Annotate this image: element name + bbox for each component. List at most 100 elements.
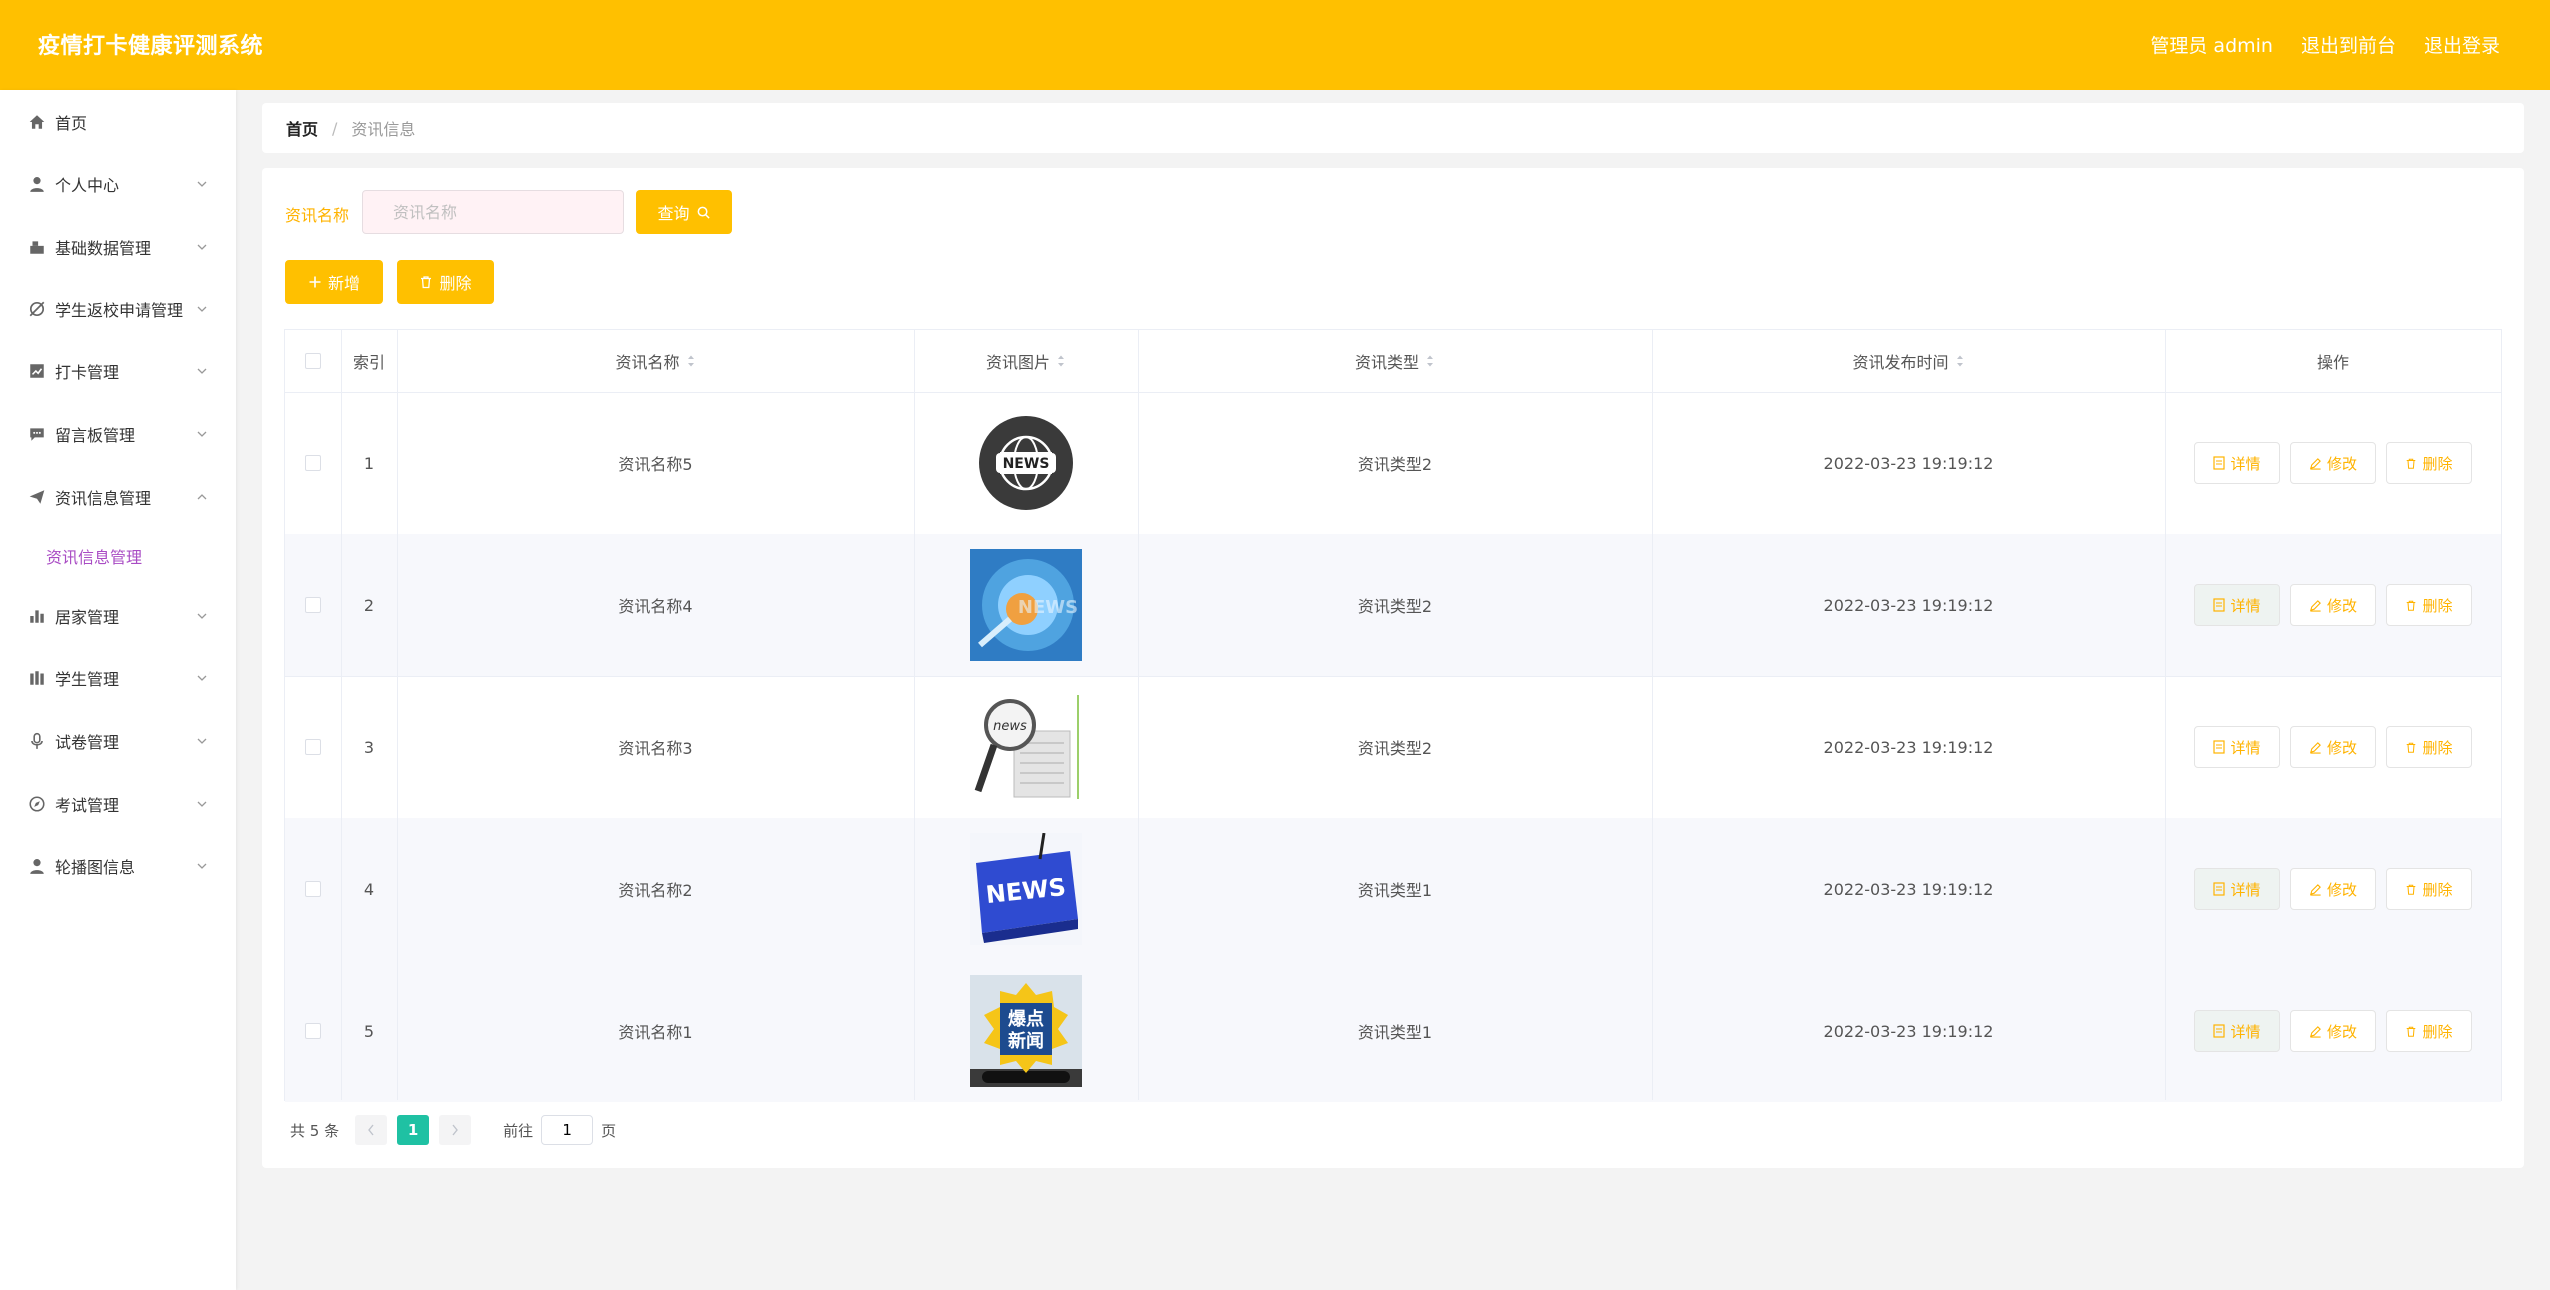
row-time: 2022-03-23 19:19:12 bbox=[1823, 1021, 1994, 1041]
row-type: 资讯类型1 bbox=[1357, 881, 1433, 900]
edit-button[interactable]: 修改 bbox=[2290, 584, 2376, 626]
sort-icon[interactable] bbox=[1955, 353, 1965, 369]
sort-icon[interactable] bbox=[1056, 353, 1066, 369]
page-number-button[interactable]: 1 bbox=[397, 1115, 430, 1145]
sidebar-item-return-application[interactable]: 学生返校申请管理 bbox=[0, 289, 236, 329]
sidebar-item-home[interactable]: 首页 bbox=[0, 102, 236, 142]
delete-button[interactable]: 删除 bbox=[2386, 1010, 2472, 1052]
page-suffix: 页 bbox=[601, 1121, 617, 1140]
header-actions: 操作 bbox=[2316, 353, 2349, 372]
sidebar-item-news-info[interactable]: 资讯信息管理 bbox=[0, 477, 236, 517]
row-checkbox[interactable] bbox=[305, 1023, 321, 1039]
detail-button-label: 详情 bbox=[2230, 738, 2261, 757]
chevron-down-icon bbox=[197, 244, 207, 250]
edit-button[interactable]: 修改 bbox=[2290, 1010, 2376, 1052]
sidebar-item-carousel[interactable]: 轮播图信息 bbox=[0, 846, 236, 886]
prev-page-button[interactable] bbox=[355, 1115, 388, 1145]
add-button[interactable]: 新增 bbox=[285, 260, 383, 304]
sidebar-item-label: 考试管理 bbox=[55, 796, 120, 815]
header-time[interactable]: 资讯发布时间 bbox=[1652, 330, 2165, 392]
user-icon bbox=[30, 177, 44, 192]
sidebar-item-home-quarantine[interactable]: 居家管理 bbox=[0, 596, 236, 636]
detail-button-label: 详情 bbox=[2230, 1022, 2261, 1041]
row-time: 2022-03-23 19:19:12 bbox=[1823, 737, 1994, 757]
row-type: 资讯类型2 bbox=[1357, 455, 1433, 474]
sidebar-item-personal-center[interactable]: 个人中心 bbox=[0, 164, 236, 204]
search-input[interactable] bbox=[362, 190, 624, 234]
row-type: 资讯类型1 bbox=[1357, 1023, 1433, 1042]
batch-delete-button-label: 删除 bbox=[439, 274, 472, 293]
breadcrumb: 首页 / 资讯信息 bbox=[262, 103, 2524, 153]
sort-icon[interactable] bbox=[686, 353, 696, 369]
select-all-checkbox[interactable] bbox=[305, 353, 321, 369]
sidebar-item-message-board[interactable]: 留言板管理 bbox=[0, 414, 236, 454]
header-name[interactable]: 资讯名称 bbox=[397, 330, 914, 392]
row-checkbox[interactable] bbox=[305, 455, 321, 471]
search-button[interactable]: 查询 bbox=[636, 190, 732, 234]
school-icon bbox=[30, 671, 44, 685]
submenu-item-news-info[interactable]: 资讯信息管理 bbox=[0, 536, 236, 576]
edit-icon bbox=[2310, 457, 2321, 470]
row-index: 4 bbox=[363, 879, 375, 899]
top-bar: 疫情打卡健康评测系统 管理员 admin 退出到前台 退出登录 bbox=[0, 0, 2550, 90]
logout-link[interactable]: 退出登录 bbox=[2424, 31, 2500, 58]
admin-user-link[interactable]: 管理员 admin bbox=[2150, 31, 2273, 58]
table-row: 1 资讯名称5 NEWS 资讯类型2 2022-03-23 19:19:12 详… bbox=[285, 392, 2501, 535]
sidebar-item-label: 首页 bbox=[55, 114, 88, 133]
row-time: 2022-03-23 19:19:12 bbox=[1823, 879, 1994, 899]
trash-icon bbox=[2407, 1026, 2416, 1037]
delete-button[interactable]: 删除 bbox=[2386, 868, 2472, 910]
row-checkbox[interactable] bbox=[305, 881, 321, 897]
sidebar-item-exam-papers[interactable]: 试卷管理 bbox=[0, 721, 236, 761]
table-row: 4 资讯名称2 NEWS 资讯类型1 2022-03-23 19:19:12 详… bbox=[285, 818, 2501, 961]
delete-button-label: 删除 bbox=[2422, 596, 2453, 615]
row-image-cell: 爆点 新闻 bbox=[914, 960, 1138, 1102]
sidebar-item-students[interactable]: 学生管理 bbox=[0, 658, 236, 698]
row-name: 资讯名称5 bbox=[618, 455, 693, 474]
next-page-button[interactable] bbox=[439, 1115, 472, 1145]
exit-to-frontend-link[interactable]: 退出到前台 bbox=[2301, 31, 2396, 58]
data-icon bbox=[30, 241, 44, 254]
globe-news-image[interactable]: NEWS bbox=[978, 415, 1074, 511]
edit-button-label: 修改 bbox=[2326, 1022, 2357, 1041]
sort-icon[interactable] bbox=[1425, 353, 1435, 369]
sidebar-item-basic-data[interactable]: 基础数据管理 bbox=[0, 227, 236, 267]
hot-news-image[interactable]: 爆点 新闻 bbox=[970, 975, 1082, 1087]
edit-icon bbox=[2310, 883, 2321, 896]
trash-icon bbox=[2407, 600, 2416, 611]
header-image[interactable]: 资讯图片 bbox=[914, 330, 1138, 392]
header-select-cell bbox=[285, 330, 341, 392]
detail-button[interactable]: 详情 bbox=[2194, 1010, 2280, 1052]
table-row: 3 资讯名称3 news 资讯类型2 2022-03-23 19:19:12 详… bbox=[285, 676, 2501, 819]
breadcrumb-home[interactable]: 首页 bbox=[286, 116, 318, 140]
header-type[interactable]: 资讯类型 bbox=[1138, 330, 1652, 392]
bar-chart-icon bbox=[30, 610, 44, 623]
batch-delete-button[interactable]: 删除 bbox=[397, 260, 494, 304]
blue-news-image[interactable]: NEWS bbox=[970, 549, 1082, 661]
row-select-cell bbox=[285, 960, 341, 1102]
row-actions: 详情 修改 删除 bbox=[2165, 534, 2501, 676]
news-key-image[interactable]: NEWS bbox=[970, 833, 1082, 945]
delete-button[interactable]: 删除 bbox=[2386, 726, 2472, 768]
detail-button[interactable]: 详情 bbox=[2194, 726, 2280, 768]
chevron-down-icon bbox=[197, 801, 207, 807]
document-icon bbox=[2213, 1024, 2226, 1038]
edit-button[interactable]: 修改 bbox=[2290, 726, 2376, 768]
pagination-total: 共 5 条 bbox=[290, 1121, 340, 1140]
edit-button-label: 修改 bbox=[2326, 880, 2357, 899]
row-checkbox[interactable] bbox=[305, 597, 321, 613]
row-checkbox[interactable] bbox=[305, 739, 321, 755]
goto-page-input[interactable] bbox=[541, 1115, 594, 1145]
sidebar-item-exams[interactable]: 考试管理 bbox=[0, 784, 236, 824]
sidebar-item-checkin[interactable]: 打卡管理 bbox=[0, 351, 236, 391]
delete-button[interactable]: 删除 bbox=[2386, 442, 2472, 484]
edit-button[interactable]: 修改 bbox=[2290, 442, 2376, 484]
detail-button[interactable]: 详情 bbox=[2194, 442, 2280, 484]
detail-button[interactable]: 详情 bbox=[2194, 868, 2280, 910]
row-name: 资讯名称4 bbox=[618, 597, 693, 616]
edit-button[interactable]: 修改 bbox=[2290, 868, 2376, 910]
delete-button[interactable]: 删除 bbox=[2386, 584, 2472, 626]
detail-button[interactable]: 详情 bbox=[2194, 584, 2280, 626]
chevron-up-icon bbox=[197, 494, 207, 500]
magnifier-news-image[interactable]: news bbox=[970, 691, 1082, 803]
